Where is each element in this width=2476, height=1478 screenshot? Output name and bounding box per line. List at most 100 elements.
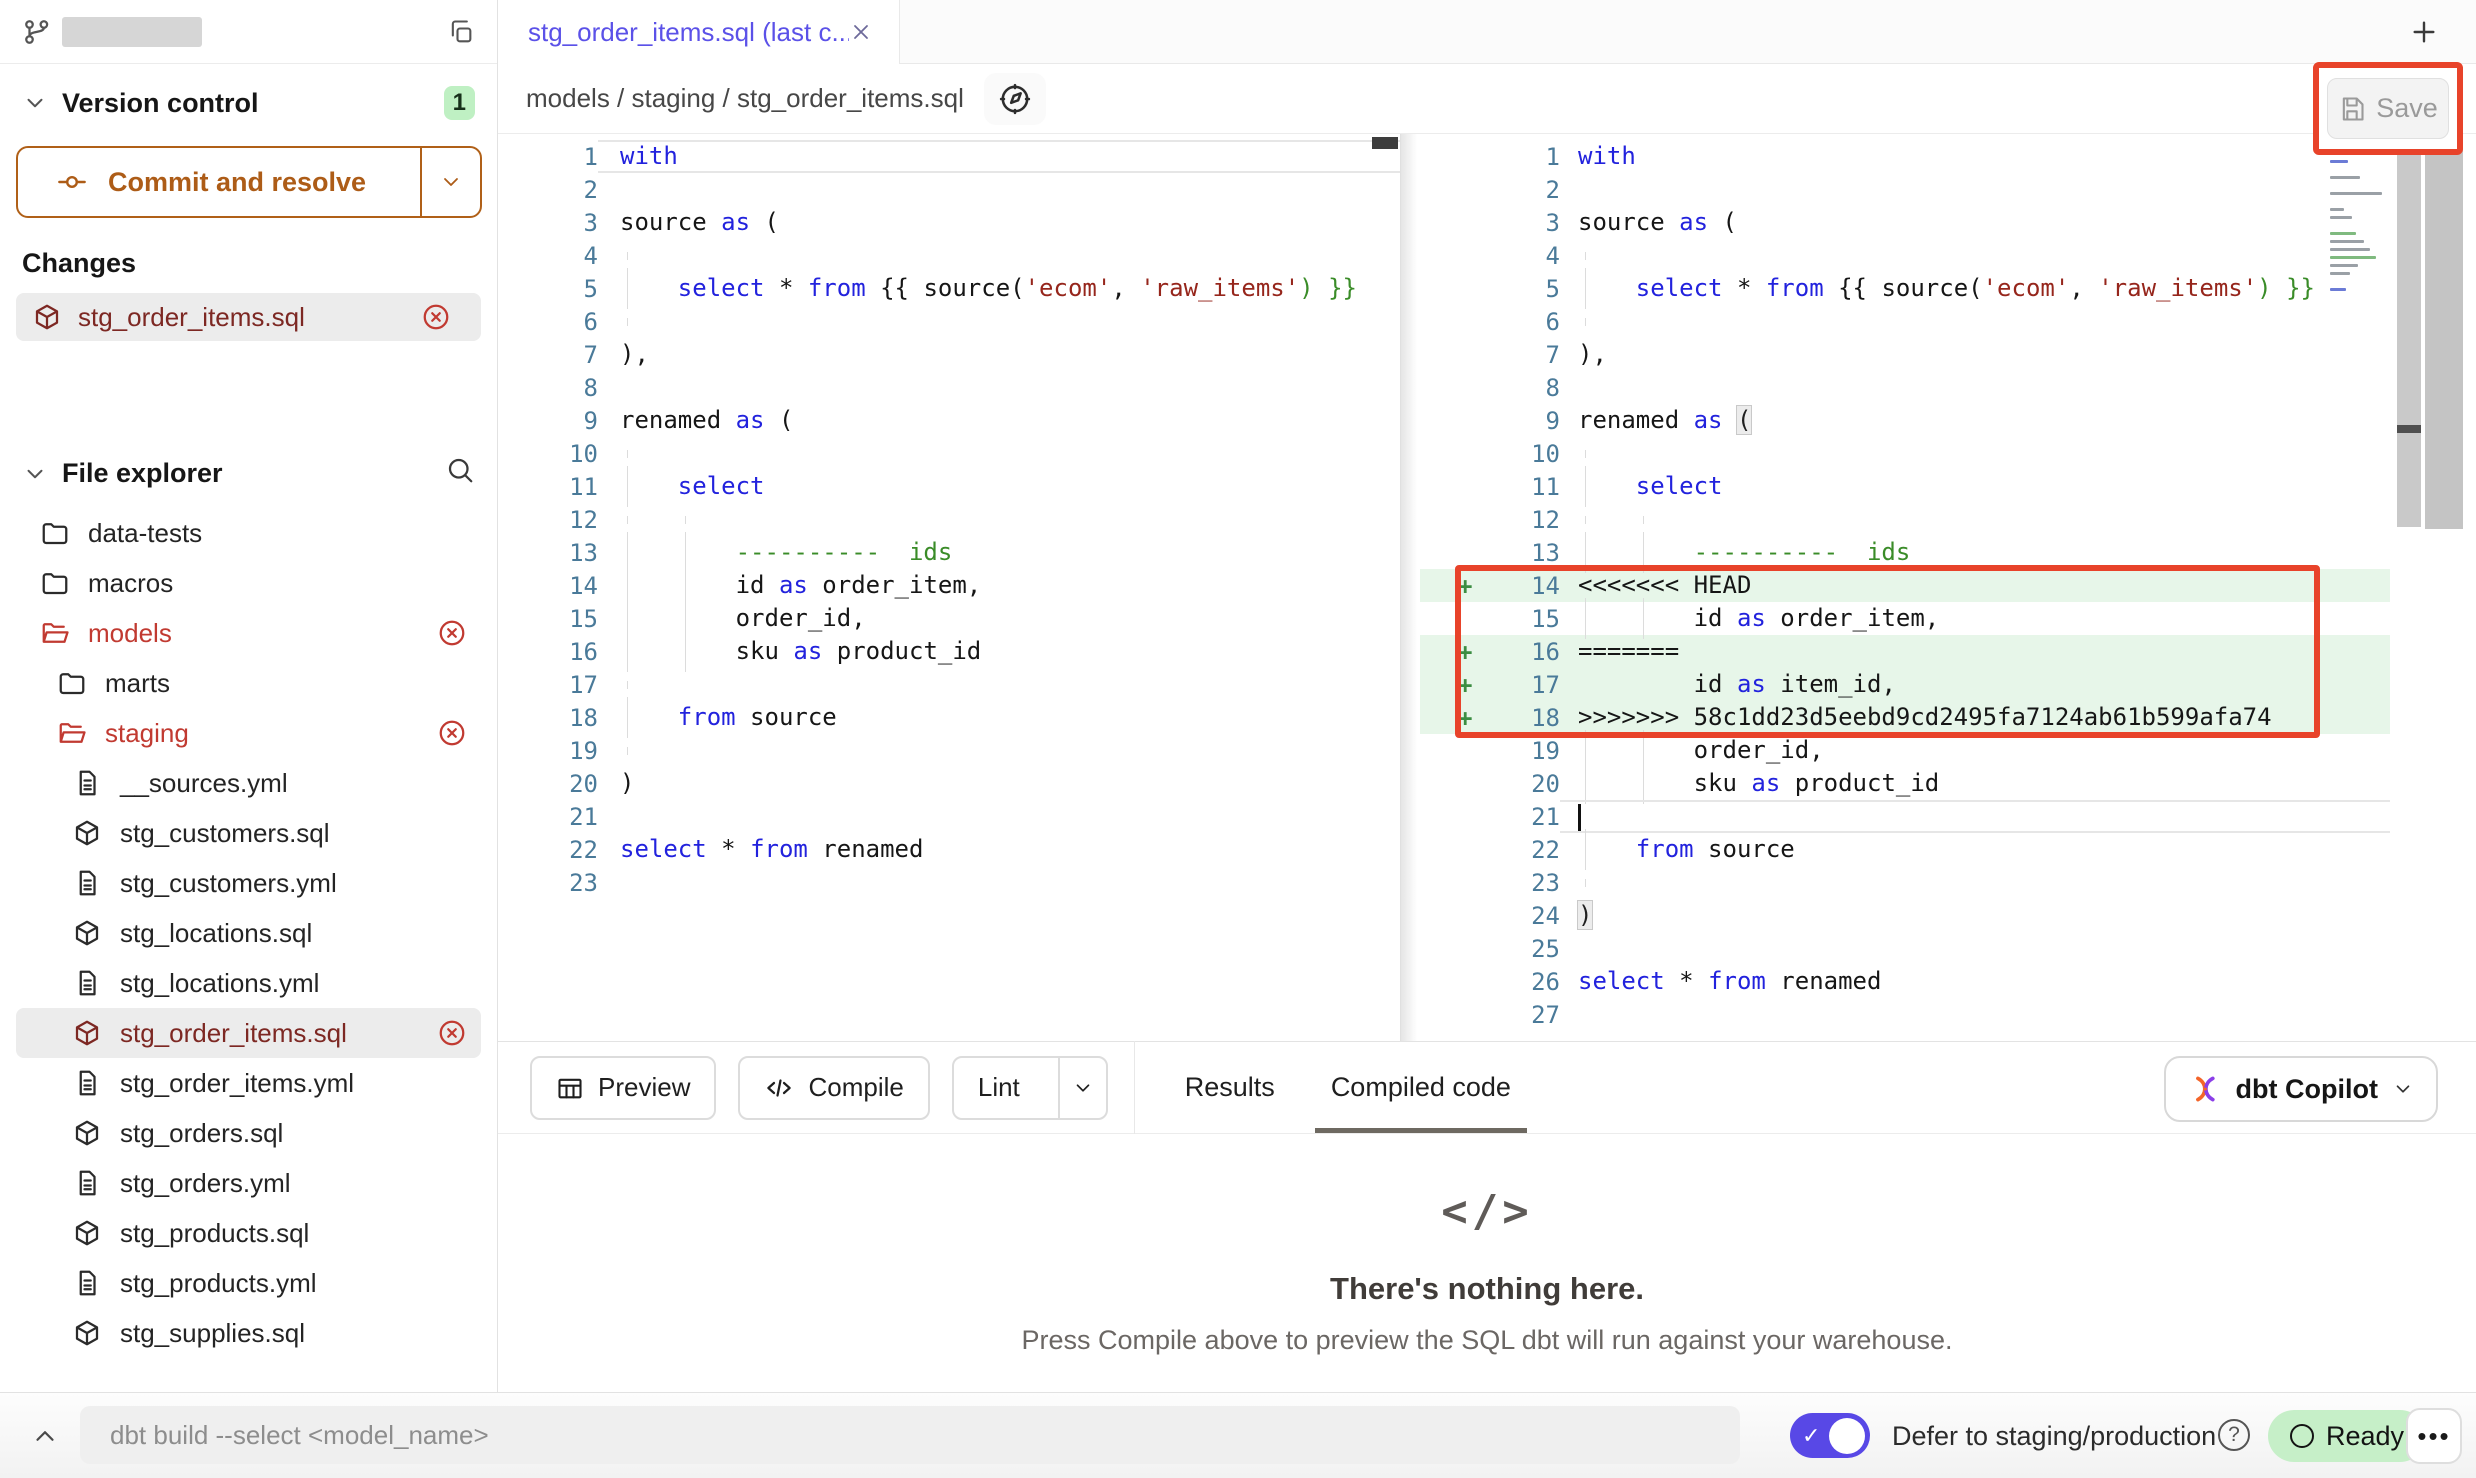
code-line[interactable]: 23: [1420, 866, 2390, 899]
code-line[interactable]: 18 from source: [498, 701, 1400, 734]
code-line[interactable]: +18>>>>>>> 58c1dd23d5eebd9cd2495fa7124ab…: [1420, 701, 2390, 734]
copy-icon[interactable]: [447, 18, 475, 46]
revert-change-icon[interactable]: [421, 302, 451, 332]
code-line[interactable]: 5 select * from {{ source('ecom', 'raw_i…: [1420, 272, 2390, 305]
file-explorer-item[interactable]: staging: [16, 708, 481, 758]
code-line[interactable]: 1with: [498, 140, 1400, 173]
defer-toggle[interactable]: ✓: [1790, 1413, 1870, 1458]
search-icon[interactable]: [445, 455, 475, 485]
help-icon[interactable]: ?: [2218, 1419, 2250, 1451]
code-line[interactable]: 19: [498, 734, 1400, 767]
expand-command-bar-icon[interactable]: [30, 1421, 60, 1451]
file-explorer-item[interactable]: stg_products.sql: [16, 1208, 481, 1258]
file-explorer-item[interactable]: stg_order_items.yml: [16, 1058, 481, 1108]
commit-options-caret[interactable]: [420, 148, 480, 216]
file-explorer-item[interactable]: marts: [16, 658, 481, 708]
code-line[interactable]: 7),: [1420, 338, 2390, 371]
save-button[interactable]: Save: [2327, 78, 2449, 139]
code-line[interactable]: 13 ---------- ids: [498, 536, 1400, 569]
code-line[interactable]: 25: [1420, 932, 2390, 965]
code-line[interactable]: 11 select: [1420, 470, 2390, 503]
code-line[interactable]: 14 id as order_item,: [498, 569, 1400, 602]
file-explorer-item[interactable]: stg_locations.sql: [16, 908, 481, 958]
code-line[interactable]: 6: [498, 305, 1400, 338]
code-line[interactable]: 4: [1420, 239, 2390, 272]
lineage-button[interactable]: [984, 73, 1046, 125]
code-line[interactable]: 6: [1420, 305, 2390, 338]
code-line[interactable]: 8: [1420, 371, 2390, 404]
chevron-down-icon[interactable]: [22, 461, 48, 487]
changed-file-row[interactable]: stg_order_items.sql: [16, 293, 481, 341]
code-line[interactable]: 12: [498, 503, 1400, 536]
file-explorer-item[interactable]: stg_products.yml: [16, 1258, 481, 1308]
close-tab-icon[interactable]: [849, 20, 873, 44]
revert-change-icon[interactable]: [437, 1018, 467, 1048]
code-line[interactable]: 15 order_id,: [498, 602, 1400, 635]
dbt-copilot-button[interactable]: dbt Copilot: [2164, 1056, 2438, 1122]
file-explorer-item[interactable]: macros: [16, 558, 481, 608]
revert-change-icon[interactable]: [437, 618, 467, 648]
code-line[interactable]: 22 from source: [1420, 833, 2390, 866]
code-line[interactable]: 2: [1420, 173, 2390, 206]
editor-left-pane[interactable]: 1with23source as (45 select * from {{ so…: [498, 134, 1400, 1041]
code-line[interactable]: 4: [498, 239, 1400, 272]
file-explorer-item[interactable]: stg_order_items.sql: [16, 1008, 481, 1058]
left-pane-scrollbar-thumb[interactable]: [1372, 137, 1398, 149]
file-explorer-item[interactable]: models: [16, 608, 481, 658]
pane-divider[interactable]: [1400, 134, 1420, 1041]
code-line[interactable]: 26select * from renamed: [1420, 965, 2390, 998]
window-scrollbar[interactable]: [2425, 137, 2463, 529]
code-line[interactable]: 13 ---------- ids: [1420, 536, 2390, 569]
code-line[interactable]: 8: [498, 371, 1400, 404]
tab-stg-order-items[interactable]: stg_order_items.sql (last c...: [498, 0, 900, 64]
tab-results[interactable]: Results: [1169, 1042, 1291, 1133]
code-line[interactable]: +17 id as item_id,: [1420, 668, 2390, 701]
chevron-down-icon[interactable]: [22, 90, 48, 116]
file-explorer-item[interactable]: data-tests: [16, 508, 481, 558]
new-tab-icon[interactable]: [2408, 16, 2440, 48]
revert-change-icon[interactable]: [437, 718, 467, 748]
code-line[interactable]: 3source as (: [1420, 206, 2390, 239]
code-line[interactable]: +14<<<<<<< HEAD: [1420, 569, 2390, 602]
editor-scrollbar[interactable]: [2397, 137, 2421, 527]
compile-button[interactable]: Compile: [738, 1056, 929, 1120]
preview-button[interactable]: Preview: [530, 1056, 716, 1120]
code-line[interactable]: 10: [1420, 437, 2390, 470]
code-line[interactable]: 11 select: [498, 470, 1400, 503]
code-line[interactable]: 5 select * from {{ source('ecom', 'raw_i…: [498, 272, 1400, 305]
code-line[interactable]: 21: [498, 800, 1400, 833]
command-input[interactable]: dbt build --select <model_name>: [80, 1406, 1740, 1464]
file-explorer-item[interactable]: stg_customers.yml: [16, 858, 481, 908]
code-line[interactable]: 12: [1420, 503, 2390, 536]
file-explorer-item[interactable]: stg_orders.yml: [16, 1158, 481, 1208]
code-line[interactable]: 7),: [498, 338, 1400, 371]
code-line[interactable]: 15 id as order_item,: [1420, 602, 2390, 635]
code-line[interactable]: 20): [498, 767, 1400, 800]
file-explorer-item[interactable]: stg_customers.sql: [16, 808, 481, 858]
code-line[interactable]: +16=======: [1420, 635, 2390, 668]
code-line[interactable]: 22select * from renamed: [498, 833, 1400, 866]
code-line[interactable]: 16 sku as product_id: [498, 635, 1400, 668]
code-line[interactable]: 1with: [1420, 140, 2390, 173]
code-line[interactable]: 19 order_id,: [1420, 734, 2390, 767]
file-explorer-item[interactable]: stg_orders.sql: [16, 1108, 481, 1158]
code-line[interactable]: 9renamed as (: [498, 404, 1400, 437]
commit-and-resolve-button[interactable]: Commit and resolve: [16, 146, 482, 218]
more-options-button[interactable]: •••: [2406, 1408, 2462, 1464]
minimap[interactable]: [2330, 160, 2394, 296]
code-line[interactable]: 20 sku as product_id: [1420, 767, 2390, 800]
lint-button[interactable]: Lint: [952, 1056, 1108, 1120]
editor-right-pane[interactable]: 1with23source as (45 select * from {{ so…: [1420, 134, 2476, 1041]
lint-options-caret[interactable]: [1058, 1058, 1106, 1118]
file-explorer-item[interactable]: stg_locations.yml: [16, 958, 481, 1008]
code-line[interactable]: 24): [1420, 899, 2390, 932]
code-line[interactable]: 17: [498, 668, 1400, 701]
code-line[interactable]: 9renamed as (: [1420, 404, 2390, 437]
code-line[interactable]: 23: [498, 866, 1400, 899]
tab-compiled-code[interactable]: Compiled code: [1315, 1042, 1527, 1133]
code-line[interactable]: 2: [498, 173, 1400, 206]
file-explorer-item[interactable]: stg_supplies.sql: [16, 1308, 481, 1358]
code-line[interactable]: 3source as (: [498, 206, 1400, 239]
code-line[interactable]: 21: [1420, 800, 2390, 833]
code-line[interactable]: 27: [1420, 998, 2390, 1031]
